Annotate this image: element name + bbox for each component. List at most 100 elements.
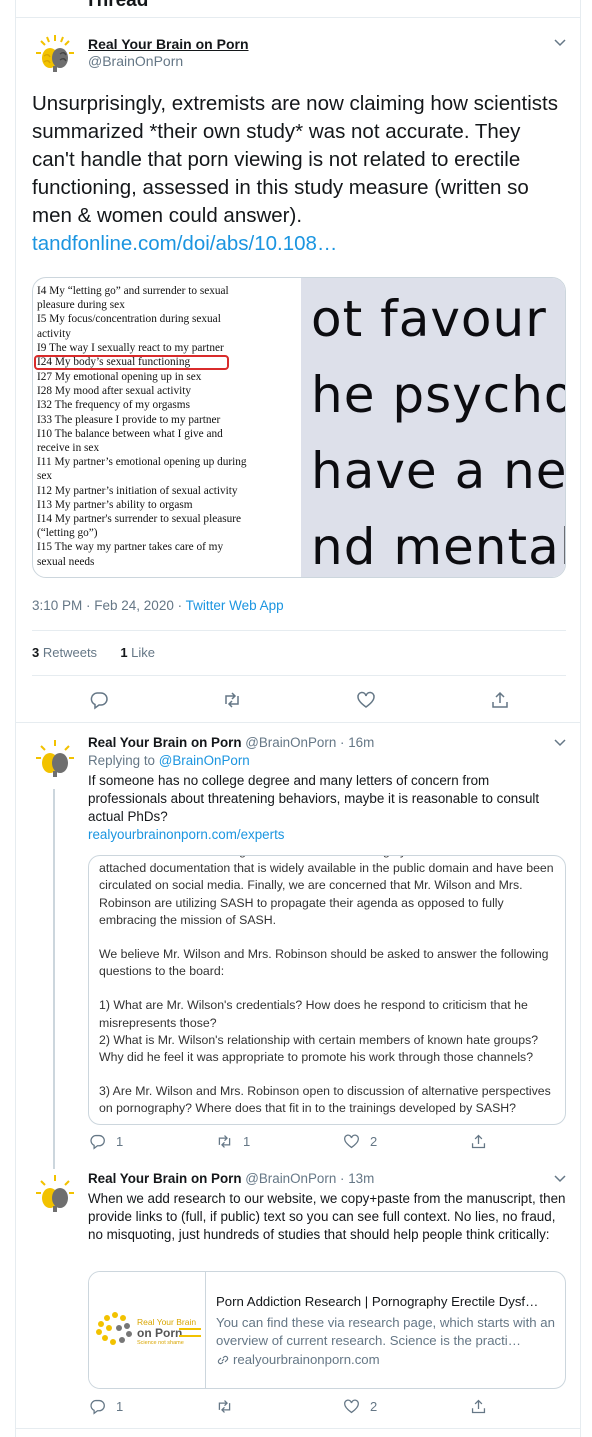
reply-icon <box>89 1133 106 1150</box>
tweet-link[interactable]: tandfonline.com/doi/abs/10.108… <box>32 232 337 255</box>
zoomed-text-image: ot favour he psycho have a ne nd mental <box>301 278 566 577</box>
avatar[interactable] <box>32 737 78 783</box>
card-thumbnail: Real Your Brain on Porn Science not sham… <box>89 1272 206 1388</box>
survey-line: I10 The balance between what I give and <box>37 427 223 440</box>
brain-logo-icon <box>32 737 78 783</box>
survey-line: I4 My “letting go” and surrender to sexu… <box>37 285 229 297</box>
likes-label: Like <box>131 645 156 660</box>
retweet-icon[interactable] <box>222 690 242 710</box>
tweet-media[interactable]: I4 My “letting go” and surrender to sexu… <box>32 277 566 578</box>
card-url-text: realyourbrainonporn.com <box>233 1352 380 1367</box>
reply-text: When we add research to our website, we … <box>88 1191 566 1242</box>
logo-stripes <box>179 1328 201 1337</box>
card-logo-line3: Science not shame <box>137 1340 184 1346</box>
reply-link[interactable]: realyourbrainonporn.com/experts <box>88 827 285 842</box>
survey-line: I13 My partner’s ability to orgasm <box>37 498 193 511</box>
like-action[interactable]: 2 <box>343 1398 377 1415</box>
letter-body: information has come to light about Mr. … <box>99 856 559 1118</box>
survey-line: I28 My mood after sexual activity <box>37 385 192 398</box>
tweet-time[interactable]: · 13m <box>340 1171 374 1186</box>
reply-action[interactable]: 1 <box>89 1398 123 1415</box>
author-handle[interactable]: @BrainOnPorn <box>245 1171 336 1186</box>
survey-line: I5 My focus/concentration during sexual <box>37 313 221 326</box>
retweet-icon <box>216 1398 233 1415</box>
survey-line: activity <box>37 327 71 340</box>
survey-line: I15 The way my partner takes care of my <box>37 541 224 554</box>
thread-connector <box>53 789 55 1169</box>
card-title: Porn Addiction Research | Pornography Er… <box>216 1294 539 1309</box>
author-name[interactable]: Real Your Brain on Porn <box>88 735 242 750</box>
like-icon <box>343 1133 360 1150</box>
reply-count: 1 <box>116 1134 124 1149</box>
retweet-count: 1 <box>243 1134 251 1149</box>
letter-paragraph: 1) What are Mr. Wilson's credentials? Ho… <box>99 998 528 1030</box>
like-icon[interactable] <box>356 690 376 710</box>
survey-line: I32 The frequency of my orgasms <box>37 399 190 412</box>
link-card[interactable]: Real Your Brain on Porn Science not sham… <box>88 1271 566 1389</box>
tweet-body: Unsurprisingly, extremists are now claim… <box>32 92 558 227</box>
tweet-source[interactable]: Twitter Web App <box>186 598 284 613</box>
tweet-timestamp[interactable]: 3:10 PM · Feb 24, 2020 <box>32 598 174 613</box>
avatar[interactable] <box>32 1172 78 1218</box>
share-action[interactable] <box>470 1133 497 1150</box>
like-count: 2 <box>370 1134 378 1149</box>
meta-divider <box>32 630 566 631</box>
meta-separator: · <box>177 598 186 613</box>
replying-handle[interactable]: @BrainOnPorn <box>159 753 250 768</box>
header-divider <box>16 17 580 18</box>
share-icon <box>470 1398 487 1415</box>
card-url: realyourbrainonporn.com <box>216 1352 380 1367</box>
letter-image[interactable]: information has come to light about Mr. … <box>88 855 566 1125</box>
survey-line: I9 The way I sexually react to my partne… <box>37 341 224 354</box>
author-name[interactable]: Real Your Brain on Porn <box>88 36 249 52</box>
share-icon[interactable] <box>490 690 510 710</box>
reply-body: If someone has no college degree and man… <box>88 773 540 824</box>
replying-prefix: Replying to <box>88 753 155 768</box>
chevron-down-icon[interactable] <box>553 35 567 49</box>
retweet-action[interactable] <box>216 1398 243 1415</box>
zoomed-line: he psycho <box>311 366 566 424</box>
survey-line: I33 The pleasure I provide to my partner <box>37 413 221 426</box>
highlighted-survey-line: I24 My body’s sexual functioning <box>34 355 229 371</box>
reply-header: Real Your Brain on Porn @BrainOnPorn · 1… <box>88 1171 374 1186</box>
replying-to: Replying to @BrainOnPorn <box>88 753 250 768</box>
reply-text: If someone has no college degree and man… <box>88 772 568 844</box>
survey-line: sexual needs <box>37 555 95 568</box>
like-count: 2 <box>370 1399 378 1414</box>
retweets-stat[interactable]: 3 Retweets <box>32 645 97 660</box>
survey-line: I27 My emotional opening up in sex <box>37 371 202 384</box>
letter-paragraph: 2) What is Mr. Wilson's relationship wit… <box>99 1032 539 1065</box>
tweet-divider <box>16 722 580 723</box>
stats-divider <box>32 675 566 676</box>
retweet-action[interactable]: 1 <box>216 1133 250 1150</box>
letter-paragraph: We believe Mr. Wilson and Mrs. Robinson … <box>99 947 549 979</box>
zoomed-line: have a ne <box>311 442 566 500</box>
page-title: Thread <box>85 0 149 11</box>
likes-count: 1 <box>120 645 128 660</box>
survey-line: receive in sex <box>37 442 100 455</box>
reply-action[interactable]: 1 <box>89 1133 123 1150</box>
zoomed-line: nd mental <box>311 518 566 576</box>
chevron-down-icon[interactable] <box>553 735 567 749</box>
tweet-meta: 3:10 PM · Feb 24, 2020 · Twitter Web App <box>32 598 284 613</box>
retweet-icon <box>216 1133 233 1150</box>
share-action[interactable] <box>470 1398 497 1415</box>
retweets-count: 3 <box>32 645 40 660</box>
author-name[interactable]: Real Your Brain on Porn <box>88 1171 242 1186</box>
brain-logo-icon <box>32 32 78 78</box>
likes-stat[interactable]: 1 Like <box>120 645 155 660</box>
reply-icon[interactable] <box>89 690 109 710</box>
survey-line: sex <box>37 470 53 483</box>
link-icon <box>217 1355 229 1364</box>
tweet-text: Unsurprisingly, extremists are now claim… <box>32 90 562 258</box>
survey-line: I14 My partner's surrender to sexual ple… <box>37 513 242 526</box>
avatar[interactable] <box>32 32 78 78</box>
like-action[interactable]: 2 <box>343 1133 377 1150</box>
survey-line: I12 My partner’s initiation of sexual ac… <box>37 484 238 497</box>
card-logo-line2: on Porn <box>137 1326 183 1340</box>
author-handle[interactable]: @BrainOnPorn <box>245 735 336 750</box>
chevron-down-icon[interactable] <box>553 1171 567 1185</box>
author-handle[interactable]: @BrainOnPorn <box>88 53 183 69</box>
like-icon <box>343 1398 360 1415</box>
tweet-time[interactable]: · 16m <box>340 735 374 750</box>
